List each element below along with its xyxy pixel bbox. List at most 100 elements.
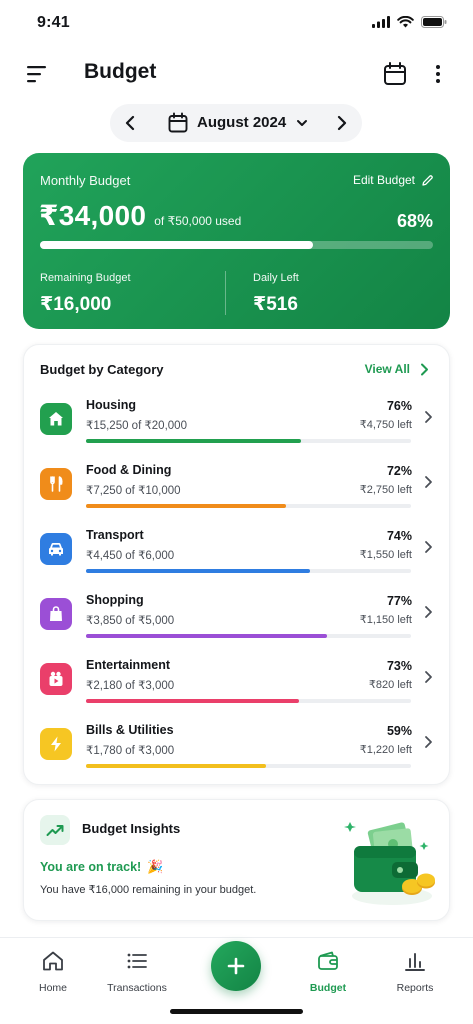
nav-budget-label: Budget — [309, 982, 347, 994]
house-icon — [49, 412, 63, 426]
bar-chart-icon — [405, 953, 425, 971]
lightning-icon — [51, 736, 61, 752]
category-progress-track — [86, 569, 411, 573]
car-icon — [49, 542, 63, 556]
list-icon — [127, 953, 147, 969]
plus-icon — [227, 957, 245, 975]
category-spent: ₹4,450 of ₹6,000 — [86, 550, 175, 562]
monthly-budget-label: Monthly Budget — [40, 173, 131, 188]
previous-month-button[interactable] — [120, 112, 142, 134]
calendar-small-icon — [168, 112, 188, 133]
wallet-illustration — [344, 822, 435, 905]
remaining-budget-label: Remaining Budget — [40, 272, 131, 284]
category-progress-track — [86, 699, 411, 703]
battery-icon — [421, 16, 447, 28]
nav-budget[interactable]: Budget — [283, 948, 373, 994]
category-row-transport[interactable]: Transport ₹4,450 of ₹6,000 74% ₹1,550 le… — [24, 525, 451, 581]
party-popper-icon: 🎉 — [147, 859, 164, 874]
nav-transactions-label: Transactions — [107, 982, 167, 994]
nav-reports-label: Reports — [396, 982, 434, 994]
remaining-budget-value: ₹16,000 — [40, 294, 112, 315]
edit-budget-button[interactable]: Edit Budget — [353, 173, 434, 187]
category-progress-track — [86, 504, 411, 508]
chevron-right-icon — [425, 671, 432, 683]
category-spent: ₹15,250 of ₹20,000 — [86, 420, 187, 432]
category-left: ₹4,750 left — [359, 419, 412, 431]
on-track-text: You are on track! — [40, 860, 142, 874]
category-spent: ₹1,780 of ₹3,000 — [86, 745, 175, 757]
pencil-icon — [422, 174, 433, 186]
utensils-icon — [50, 476, 63, 492]
spent-summary: ₹34,000 of ₹50,000 used — [39, 199, 241, 232]
category-progress-fill — [86, 504, 286, 508]
calendar-icon[interactable] — [383, 61, 407, 87]
menu-icon[interactable] — [24, 62, 50, 86]
spent-amount: ₹34,000 — [39, 200, 147, 231]
category-name: Shopping — [86, 593, 144, 607]
category-icon-box — [40, 598, 72, 630]
category-row-bills-utilities[interactable]: Bills & Utilities ₹1,780 of ₹3,000 59% ₹… — [24, 720, 451, 776]
shopping-bag-icon — [50, 606, 62, 621]
daily-left-stat: Daily Left ₹516 — [253, 272, 299, 316]
category-row-entertainment[interactable]: Entertainment ₹2,180 of ₹3,000 73% ₹820 … — [24, 655, 451, 711]
category-name: Entertainment — [86, 658, 171, 672]
stat-divider — [225, 271, 226, 315]
nav-home[interactable]: Home — [8, 948, 98, 994]
category-progress-fill — [86, 634, 327, 638]
insights-title: Budget Insights — [82, 821, 181, 836]
category-left: ₹1,150 left — [359, 614, 412, 626]
category-row-food-dining[interactable]: Food & Dining ₹7,250 of ₹10,000 72% ₹2,7… — [24, 460, 451, 516]
category-percent: 72% — [386, 464, 412, 478]
category-icon-box — [40, 663, 72, 695]
category-icon-box — [40, 533, 72, 565]
category-row-shopping[interactable]: Shopping ₹3,850 of ₹5,000 77% ₹1,150 lef… — [24, 590, 451, 646]
category-spent: ₹3,850 of ₹5,000 — [86, 615, 175, 627]
next-month-button[interactable] — [330, 112, 352, 134]
cellular-signal-icon — [372, 16, 390, 28]
category-progress-track — [86, 439, 411, 443]
chevron-right-icon — [425, 736, 432, 748]
category-icon-box — [40, 728, 72, 760]
view-all-label: View All — [364, 362, 410, 376]
more-options-icon[interactable] — [429, 62, 447, 86]
month-dropdown[interactable]: August 2024 — [168, 112, 309, 133]
category-progress-track — [86, 634, 411, 638]
category-progress-fill — [86, 764, 267, 768]
category-row-housing[interactable]: Housing ₹15,250 of ₹20,000 76% ₹4,750 le… — [24, 395, 451, 451]
nav-transactions[interactable]: Transactions — [92, 948, 182, 994]
category-name: Food & Dining — [86, 463, 172, 477]
budget-progress-fill — [40, 241, 314, 249]
category-left: ₹1,550 left — [359, 549, 412, 561]
app-screen: 9:41 Budget August 2024 Monthly Budget E… — [0, 0, 473, 1024]
category-percent: 76% — [386, 399, 412, 413]
budget-total-text: of ₹50,000 used — [154, 214, 242, 228]
budget-insights-card[interactable]: Budget Insights You are on track! 🎉 You … — [23, 799, 450, 921]
monthly-budget-card: Monthly Budget Edit Budget ₹34,000 of ₹5… — [23, 153, 450, 329]
used-percent: 68% — [396, 211, 433, 231]
insights-description: You have ₹16,000 remaining in your budge… — [40, 884, 257, 896]
category-spent: ₹2,180 of ₹3,000 — [86, 680, 175, 692]
chevron-right-icon — [425, 541, 432, 553]
month-selector: August 2024 — [110, 104, 362, 142]
category-name: Bills & Utilities — [86, 723, 174, 737]
edit-budget-label: Edit Budget — [352, 173, 415, 187]
category-progress-fill — [86, 439, 301, 443]
app-header: Budget — [0, 52, 473, 96]
category-percent: 59% — [386, 724, 412, 738]
category-percent: 73% — [386, 659, 412, 673]
chevron-down-icon — [297, 119, 308, 126]
page-title: Budget — [84, 60, 157, 83]
budget-by-category-card: Budget by Category View All Housing ₹15,… — [23, 344, 450, 785]
view-all-button[interactable]: View All — [365, 362, 429, 376]
status-icons — [372, 16, 447, 28]
nav-reports[interactable]: Reports — [370, 948, 460, 994]
status-time: 9:41 — [37, 14, 70, 31]
status-bar: 9:41 — [0, 0, 473, 46]
home-indicator — [170, 1009, 303, 1014]
category-section-title: Budget by Category — [40, 362, 164, 377]
category-progress-track — [86, 764, 411, 768]
add-button[interactable] — [211, 941, 261, 991]
daily-left-label: Daily Left — [253, 272, 299, 284]
film-icon — [49, 671, 63, 686]
chevron-right-icon — [425, 476, 432, 488]
